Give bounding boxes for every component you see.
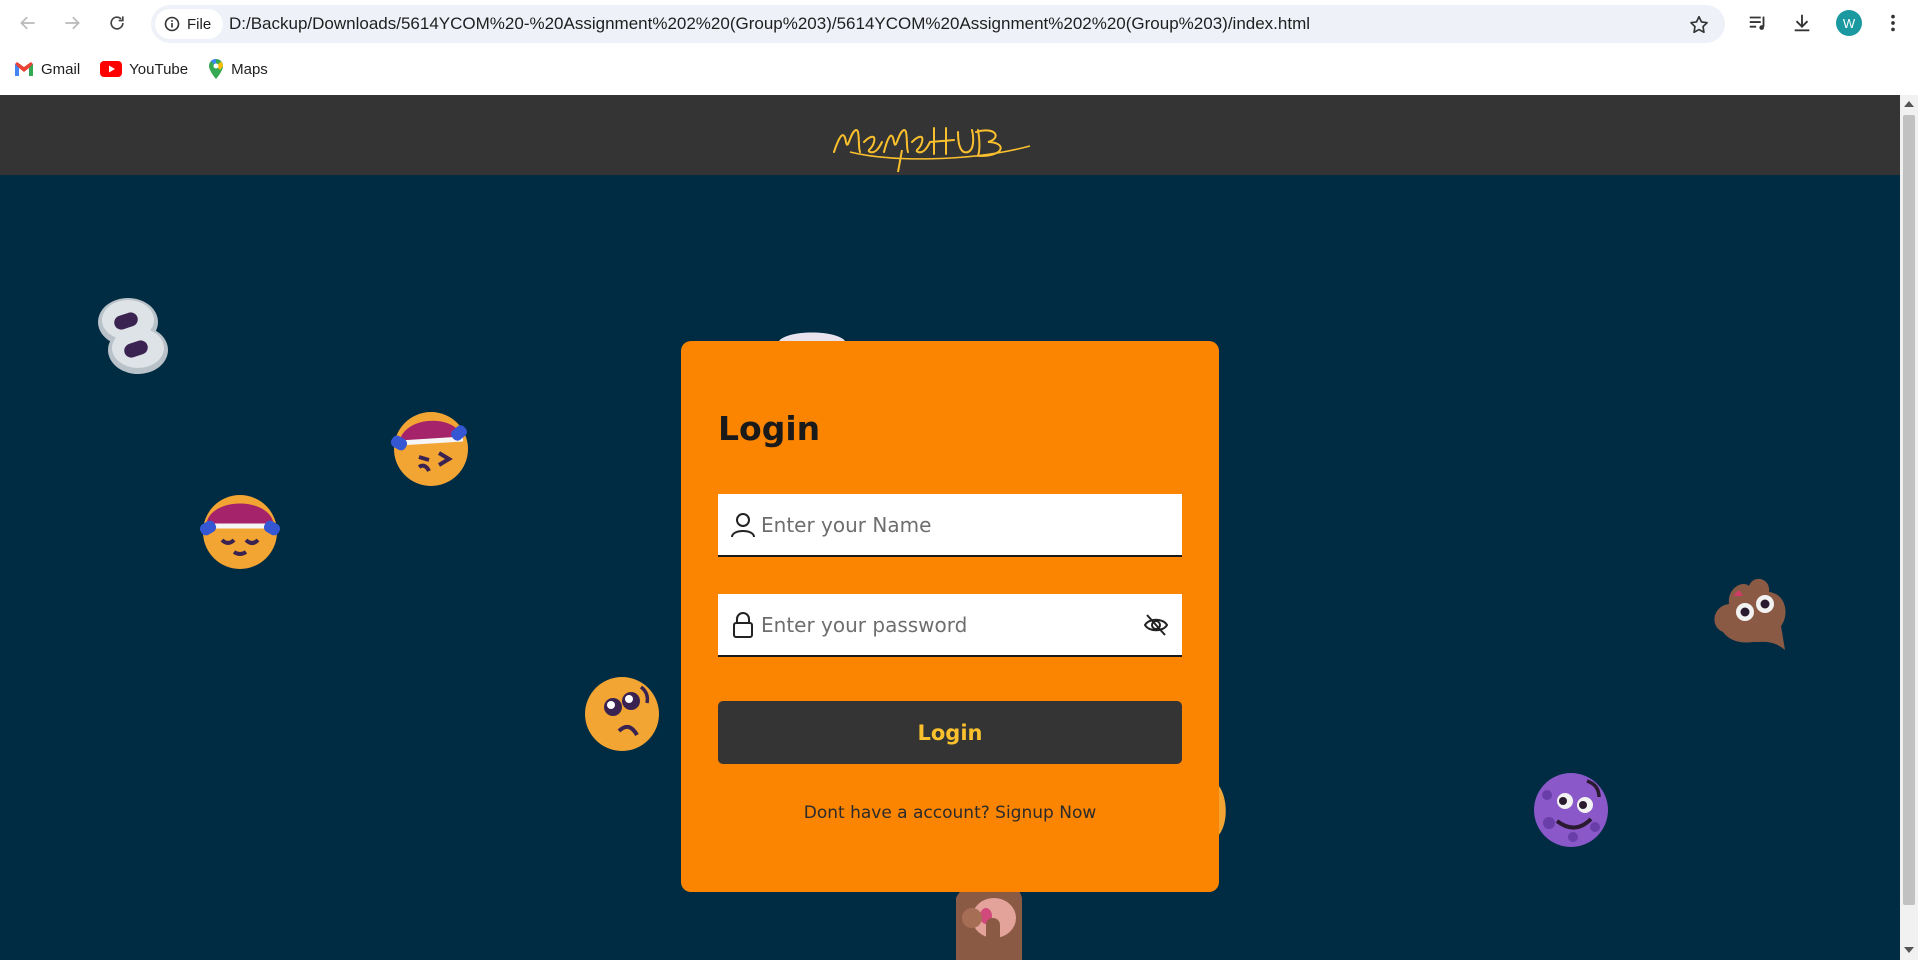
login-card: Login Login Dont have a account? Signup … [681, 341, 1219, 892]
reload-icon [110, 16, 124, 30]
worried-face-emoji [585, 677, 659, 751]
site-chip-label: File [187, 15, 212, 33]
name-field[interactable] [718, 494, 1182, 557]
youtube-icon [100, 61, 123, 77]
kebab-menu-icon [1891, 14, 1895, 32]
password-input[interactable] [761, 594, 1141, 655]
site-info-chip[interactable]: File [155, 9, 223, 39]
signup-link[interactable]: Signup Now [995, 803, 1096, 823]
profile-avatar[interactable]: W [1836, 10, 1862, 36]
forward-button[interactable] [58, 10, 86, 36]
media-controls-button[interactable] [1745, 10, 1771, 36]
arrow-right-icon [65, 16, 80, 30]
bookmark-youtube[interactable]: YouTube [100, 61, 188, 78]
poop-emoji [1714, 578, 1786, 650]
browser-toolbar: File D:/Backup/Downloads/5614YCOM%20-%20… [0, 0, 1918, 46]
scroll-up-arrow[interactable] [1904, 101, 1914, 107]
gmail-icon [15, 62, 33, 76]
scrollbar-thumb[interactable] [1903, 115, 1915, 905]
signup-prompt-text: Dont have a account? [803, 803, 990, 823]
info-icon [164, 16, 180, 32]
name-input[interactable] [761, 494, 1141, 555]
url-text[interactable]: D:/Backup/Downloads/5614YCOM%20-%20Assig… [229, 14, 1310, 34]
bookmark-star-button[interactable] [1687, 13, 1711, 37]
downloads-button[interactable] [1789, 10, 1815, 36]
bookmark-label: Maps [231, 60, 268, 78]
signup-prompt: Dont have a account? Signup Now [681, 803, 1219, 823]
memehub-logo [833, 127, 1031, 173]
login-button[interactable]: Login [718, 701, 1182, 764]
bookmark-gmail[interactable]: Gmail [14, 61, 80, 78]
browser-chrome: File D:/Backup/Downloads/5614YCOM%20-%20… [0, 0, 1918, 95]
maps-icon [209, 59, 224, 79]
bookmark-maps[interactable]: Maps [208, 59, 268, 79]
address-bar[interactable]: File D:/Backup/Downloads/5614YCOM%20-%20… [151, 5, 1725, 43]
playlist-icon [1749, 16, 1765, 30]
login-title: Login [718, 409, 821, 448]
arrow-left-icon [20, 16, 35, 30]
lock-icon [733, 612, 753, 638]
password-field[interactable] [718, 594, 1182, 657]
scroll-down-arrow[interactable] [1904, 947, 1914, 953]
back-button[interactable] [14, 10, 42, 36]
bookmarks-bar: Gmail YouTube Maps [0, 56, 274, 82]
eye-slash-icon[interactable] [1142, 611, 1170, 639]
bookmark-label: Gmail [41, 60, 81, 78]
page-scrollbar[interactable] [1900, 95, 1918, 960]
star-icon [1690, 15, 1708, 34]
reload-button[interactable] [103, 10, 131, 36]
browser-menu-button[interactable] [1880, 10, 1906, 36]
winking-beanie-emoji [391, 412, 468, 486]
robot-eyes-emoji [98, 298, 168, 374]
bookmark-label: YouTube [129, 60, 189, 78]
purple-moon-emoji [1534, 773, 1608, 847]
sleepy-beanie-emoji [200, 495, 281, 569]
download-icon [1794, 14, 1810, 32]
user-icon [731, 513, 755, 538]
